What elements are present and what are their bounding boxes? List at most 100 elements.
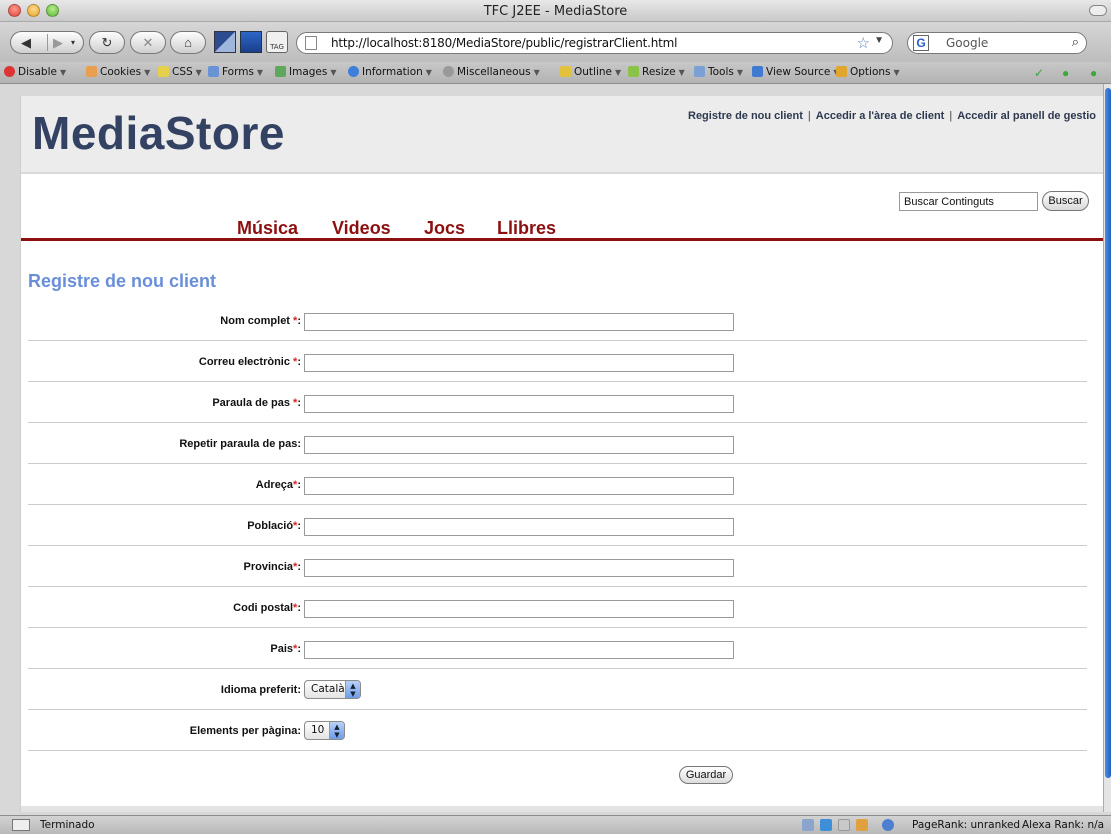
page-title: Registre de nou client [28,271,217,291]
menu-item-videos[interactable]: Videos [332,218,391,239]
devbar-item-resize[interactable]: Resize ▼ [628,66,685,78]
province-input[interactable] [304,559,734,577]
screen-icon[interactable] [802,819,814,831]
devbar-item-label: Cookies [100,66,142,78]
form-row-full-name: Nom complet *: [28,300,1087,341]
field-label: Pais*: [270,643,301,655]
city-input[interactable] [304,518,734,536]
label-colon: : [297,315,301,327]
select-arrows-icon: ▲ ▼ [329,722,344,739]
chevron-down-icon: ▼ [256,68,264,77]
label-text: Adreça [255,479,294,491]
page-icon [305,36,317,50]
form-row-province: Provincia*: [28,546,1087,587]
per-page-select[interactable]: 10 ▲ ▼ [304,721,345,740]
forward-icon[interactable]: ▶ [53,32,63,53]
view-source-icon [752,66,763,77]
stop-button[interactable]: ✕ [130,31,166,54]
email-input[interactable] [304,354,734,372]
devbar-item-outline[interactable]: Outline ▼ [560,66,621,78]
language-select[interactable]: Català ▲ ▼ [304,680,361,699]
devbar-item-css[interactable]: CSS ▼ [158,66,202,78]
label-colon: : [297,520,301,532]
title-bar: TFC J2EE - MediaStore [0,0,1111,22]
chevron-down-icon: ▼ [425,68,432,77]
label-colon: : [297,479,301,491]
devbar-item-images[interactable]: Images ▼ [275,66,337,78]
web-search-box[interactable]: G Google ⌕ [907,32,1087,54]
link-register-client[interactable]: Registre de nou client [688,110,803,122]
devbar-item-label: View Source [766,66,831,78]
css-icon [158,66,169,77]
devbar-item-label: Tools [708,66,734,78]
content-search-input[interactable] [899,192,1038,211]
field-label: Població*: [247,520,301,532]
vertical-scrollbar[interactable] [1103,84,1111,812]
devbar-item-disable[interactable]: Disable ▼ [4,66,66,78]
tag-icon[interactable]: TAG [266,31,288,53]
select-arrows-icon: ▲ ▼ [345,681,360,698]
snowflake-icon[interactable] [820,819,832,831]
history-dropdown-icon[interactable]: ▾ [71,32,75,53]
mail-icon[interactable] [838,819,850,831]
stop-icon: ✕ [142,35,154,50]
bookmark-star-icon[interactable]: ☆ [857,34,870,52]
web-developer-toolbar: Disable ▼ Cookies ▼ CSS ▼ Forms ▼ Images ▼ In… [0,62,1111,84]
back-icon[interactable]: ◀ [21,32,31,53]
form-row-postal-code: Codi postal*: [28,587,1087,628]
postal-code-input[interactable] [304,600,734,618]
web-search-placeholder[interactable]: Google [946,36,988,50]
google-icon[interactable]: G [913,35,929,51]
toolbar-toggle-button[interactable] [1089,5,1107,16]
address-bar[interactable]: http://localhost:8180/MediaStore/public/… [296,32,893,54]
reload-button[interactable]: ↻ [89,31,125,54]
url-text[interactable]: http://localhost:8180/MediaStore/public/… [331,36,677,50]
url-dropdown-icon[interactable]: ▼ [874,35,884,46]
menu-item-games[interactable]: Jocs [424,218,465,239]
link-client-area[interactable]: Accedir a l'àrea de client [816,110,945,122]
chevron-down-icon: ▼ [195,68,202,77]
js-valid-icon[interactable]: ● [1090,66,1097,80]
pointer-icon[interactable] [856,819,868,831]
menu-item-music[interactable]: Música [237,218,298,239]
full-name-input[interactable] [304,313,734,331]
devbar-item-tools[interactable]: Tools ▼ [694,66,743,78]
home-button[interactable]: ⌂ [170,31,206,54]
scrollbar-thumb[interactable] [1105,88,1111,778]
sidebar-icon[interactable] [240,31,262,53]
devbar-item-information[interactable]: Information ▼ [348,66,432,78]
form-row-address: Adreça*: [28,464,1087,505]
devbar-item-miscellaneous[interactable]: Miscellaneous ▼ [443,66,540,78]
back-forward-buttons[interactable]: ◀ ▶ ▾ [10,31,84,54]
menu-item-books[interactable]: Llibres [497,218,556,239]
chevron-down-icon: ▼ [533,68,540,77]
save-button[interactable]: Guardar [679,766,733,784]
label-colon: : [297,561,301,573]
password-input[interactable] [304,395,734,413]
bookmark-toolbar-icon[interactable] [214,31,236,53]
address-input[interactable] [304,477,734,495]
devbar-item-label: Forms [222,66,254,78]
html-valid-icon[interactable]: ● [1062,66,1069,80]
per-page-value: 10 [311,724,325,736]
devbar-item-forms[interactable]: Forms ▼ [208,66,263,78]
label-text: Provincia [243,561,294,573]
devbar-item-view-source[interactable]: View Source▼ [752,66,839,78]
site-logo[interactable]: MediaStore [32,106,285,160]
repeat-password-input[interactable] [304,436,734,454]
field-label: Paraula de pas *: [212,397,301,409]
link-admin-panel[interactable]: Accedir al panell de gestio [957,110,1096,122]
status-text: Terminado [40,819,95,831]
form-row-language: Idioma preferit: Català ▲ ▼ [28,669,1087,710]
field-label: Provincia*: [244,561,301,573]
devbar-item-cookies[interactable]: Cookies ▼ [86,66,150,78]
search-button[interactable]: Buscar [1042,191,1089,211]
at-icon[interactable] [882,819,894,831]
magnifier-icon[interactable]: ⌕ [1072,34,1079,50]
country-input[interactable] [304,641,734,659]
css-valid-icon[interactable]: ✓ [1034,66,1044,80]
field-label: Codi postal*: [233,602,301,614]
devbar-item-options[interactable]: Options ▼ [836,66,900,78]
label-text: Població [247,520,294,532]
chevron-down-icon: ▼ [330,68,337,77]
